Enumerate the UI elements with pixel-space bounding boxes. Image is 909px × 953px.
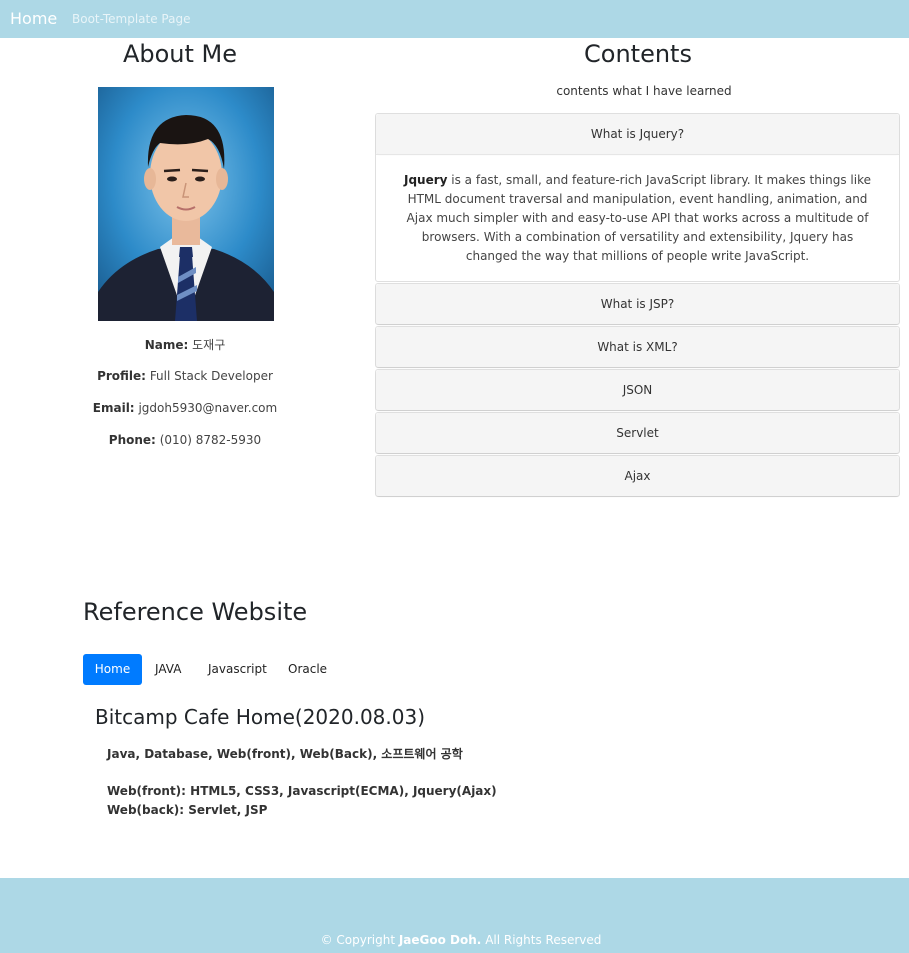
navbar-brand-home-link[interactable]: Home bbox=[10, 9, 57, 28]
name-label: Name: bbox=[144, 338, 189, 352]
tab-home[interactable]: Home bbox=[83, 654, 142, 685]
about-phone-row: Phone: (010) 8782-5930 bbox=[60, 433, 310, 447]
email-label: Email: bbox=[92, 401, 135, 415]
profile-value: Full Stack Developer bbox=[149, 369, 273, 383]
accordion-header-jsp[interactable]: What is JSP? bbox=[376, 284, 899, 324]
top-navbar: Home Boot-Template Page bbox=[0, 0, 909, 38]
contents-subtitle: contents what I have learned bbox=[556, 84, 732, 98]
contents-accordion: What is Jquery? Jquery is a fast, small,… bbox=[375, 113, 900, 498]
copyright-owner: JaeGoo Doh. bbox=[398, 933, 482, 947]
tab-javascript[interactable]: Javascript bbox=[208, 654, 267, 685]
tab-oracle[interactable]: Oracle bbox=[288, 654, 327, 685]
navbar-boot-template-link[interactable]: Boot-Template Page bbox=[72, 12, 190, 26]
phone-value: (010) 8782-5930 bbox=[159, 433, 262, 447]
accordion-item-ajax: Ajax bbox=[375, 455, 900, 497]
accordion-item-json: JSON bbox=[375, 369, 900, 411]
profile-label: Profile: bbox=[97, 369, 146, 383]
copyright-prefix: © Copyright bbox=[320, 933, 399, 947]
about-name-row: Name: 도재구 bbox=[60, 336, 310, 353]
about-profile-row: Profile: Full Stack Developer bbox=[60, 369, 310, 383]
jquery-description: is a fast, small, and feature-rich JavaS… bbox=[406, 173, 872, 263]
tab-panel-title: Bitcamp Cafe Home(2020.08.03) bbox=[95, 705, 426, 729]
contents-heading: Contents bbox=[584, 40, 692, 68]
tab-java[interactable]: JAVA bbox=[155, 654, 181, 685]
accordion-item-xml: What is XML? bbox=[375, 326, 900, 368]
accordion-header-servlet[interactable]: Servlet bbox=[376, 413, 899, 453]
accordion-item-servlet: Servlet bbox=[375, 412, 900, 454]
accordion-header-jquery[interactable]: What is Jquery? bbox=[376, 114, 899, 154]
copyright-suffix: All Rights Reserved bbox=[481, 933, 602, 947]
accordion-panel-jquery: Jquery is a fast, small, and feature-ric… bbox=[376, 154, 899, 281]
about-email-row: Email: jgdoh5930@naver.com bbox=[60, 401, 310, 415]
accordion-header-ajax[interactable]: Ajax bbox=[376, 456, 899, 496]
tab-panel-line-2: Web(front): HTML5, CSS3, Javascript(ECMA… bbox=[107, 784, 497, 798]
footer-copyright: © Copyright JaeGoo Doh. All Rights Reser… bbox=[0, 933, 909, 947]
name-value: 도재구 bbox=[192, 338, 226, 352]
phone-label: Phone: bbox=[108, 433, 156, 447]
reference-website-heading: Reference Website bbox=[83, 598, 308, 626]
jquery-strong: Jquery bbox=[403, 173, 448, 187]
accordion-item-jquery: What is Jquery? Jquery is a fast, small,… bbox=[375, 113, 900, 282]
accordion-header-json[interactable]: JSON bbox=[376, 370, 899, 410]
accordion-item-jsp: What is JSP? bbox=[375, 283, 900, 325]
accordion-header-xml[interactable]: What is XML? bbox=[376, 327, 899, 367]
profile-photo bbox=[98, 87, 274, 321]
email-value: jgdoh5930@naver.com bbox=[138, 401, 278, 415]
tab-panel-line-1: Java, Database, Web(front), Web(Back), 소… bbox=[107, 747, 463, 761]
tab-panel-line-3: Web(back): Servlet, JSP bbox=[107, 803, 268, 817]
about-me-heading: About Me bbox=[122, 40, 238, 68]
